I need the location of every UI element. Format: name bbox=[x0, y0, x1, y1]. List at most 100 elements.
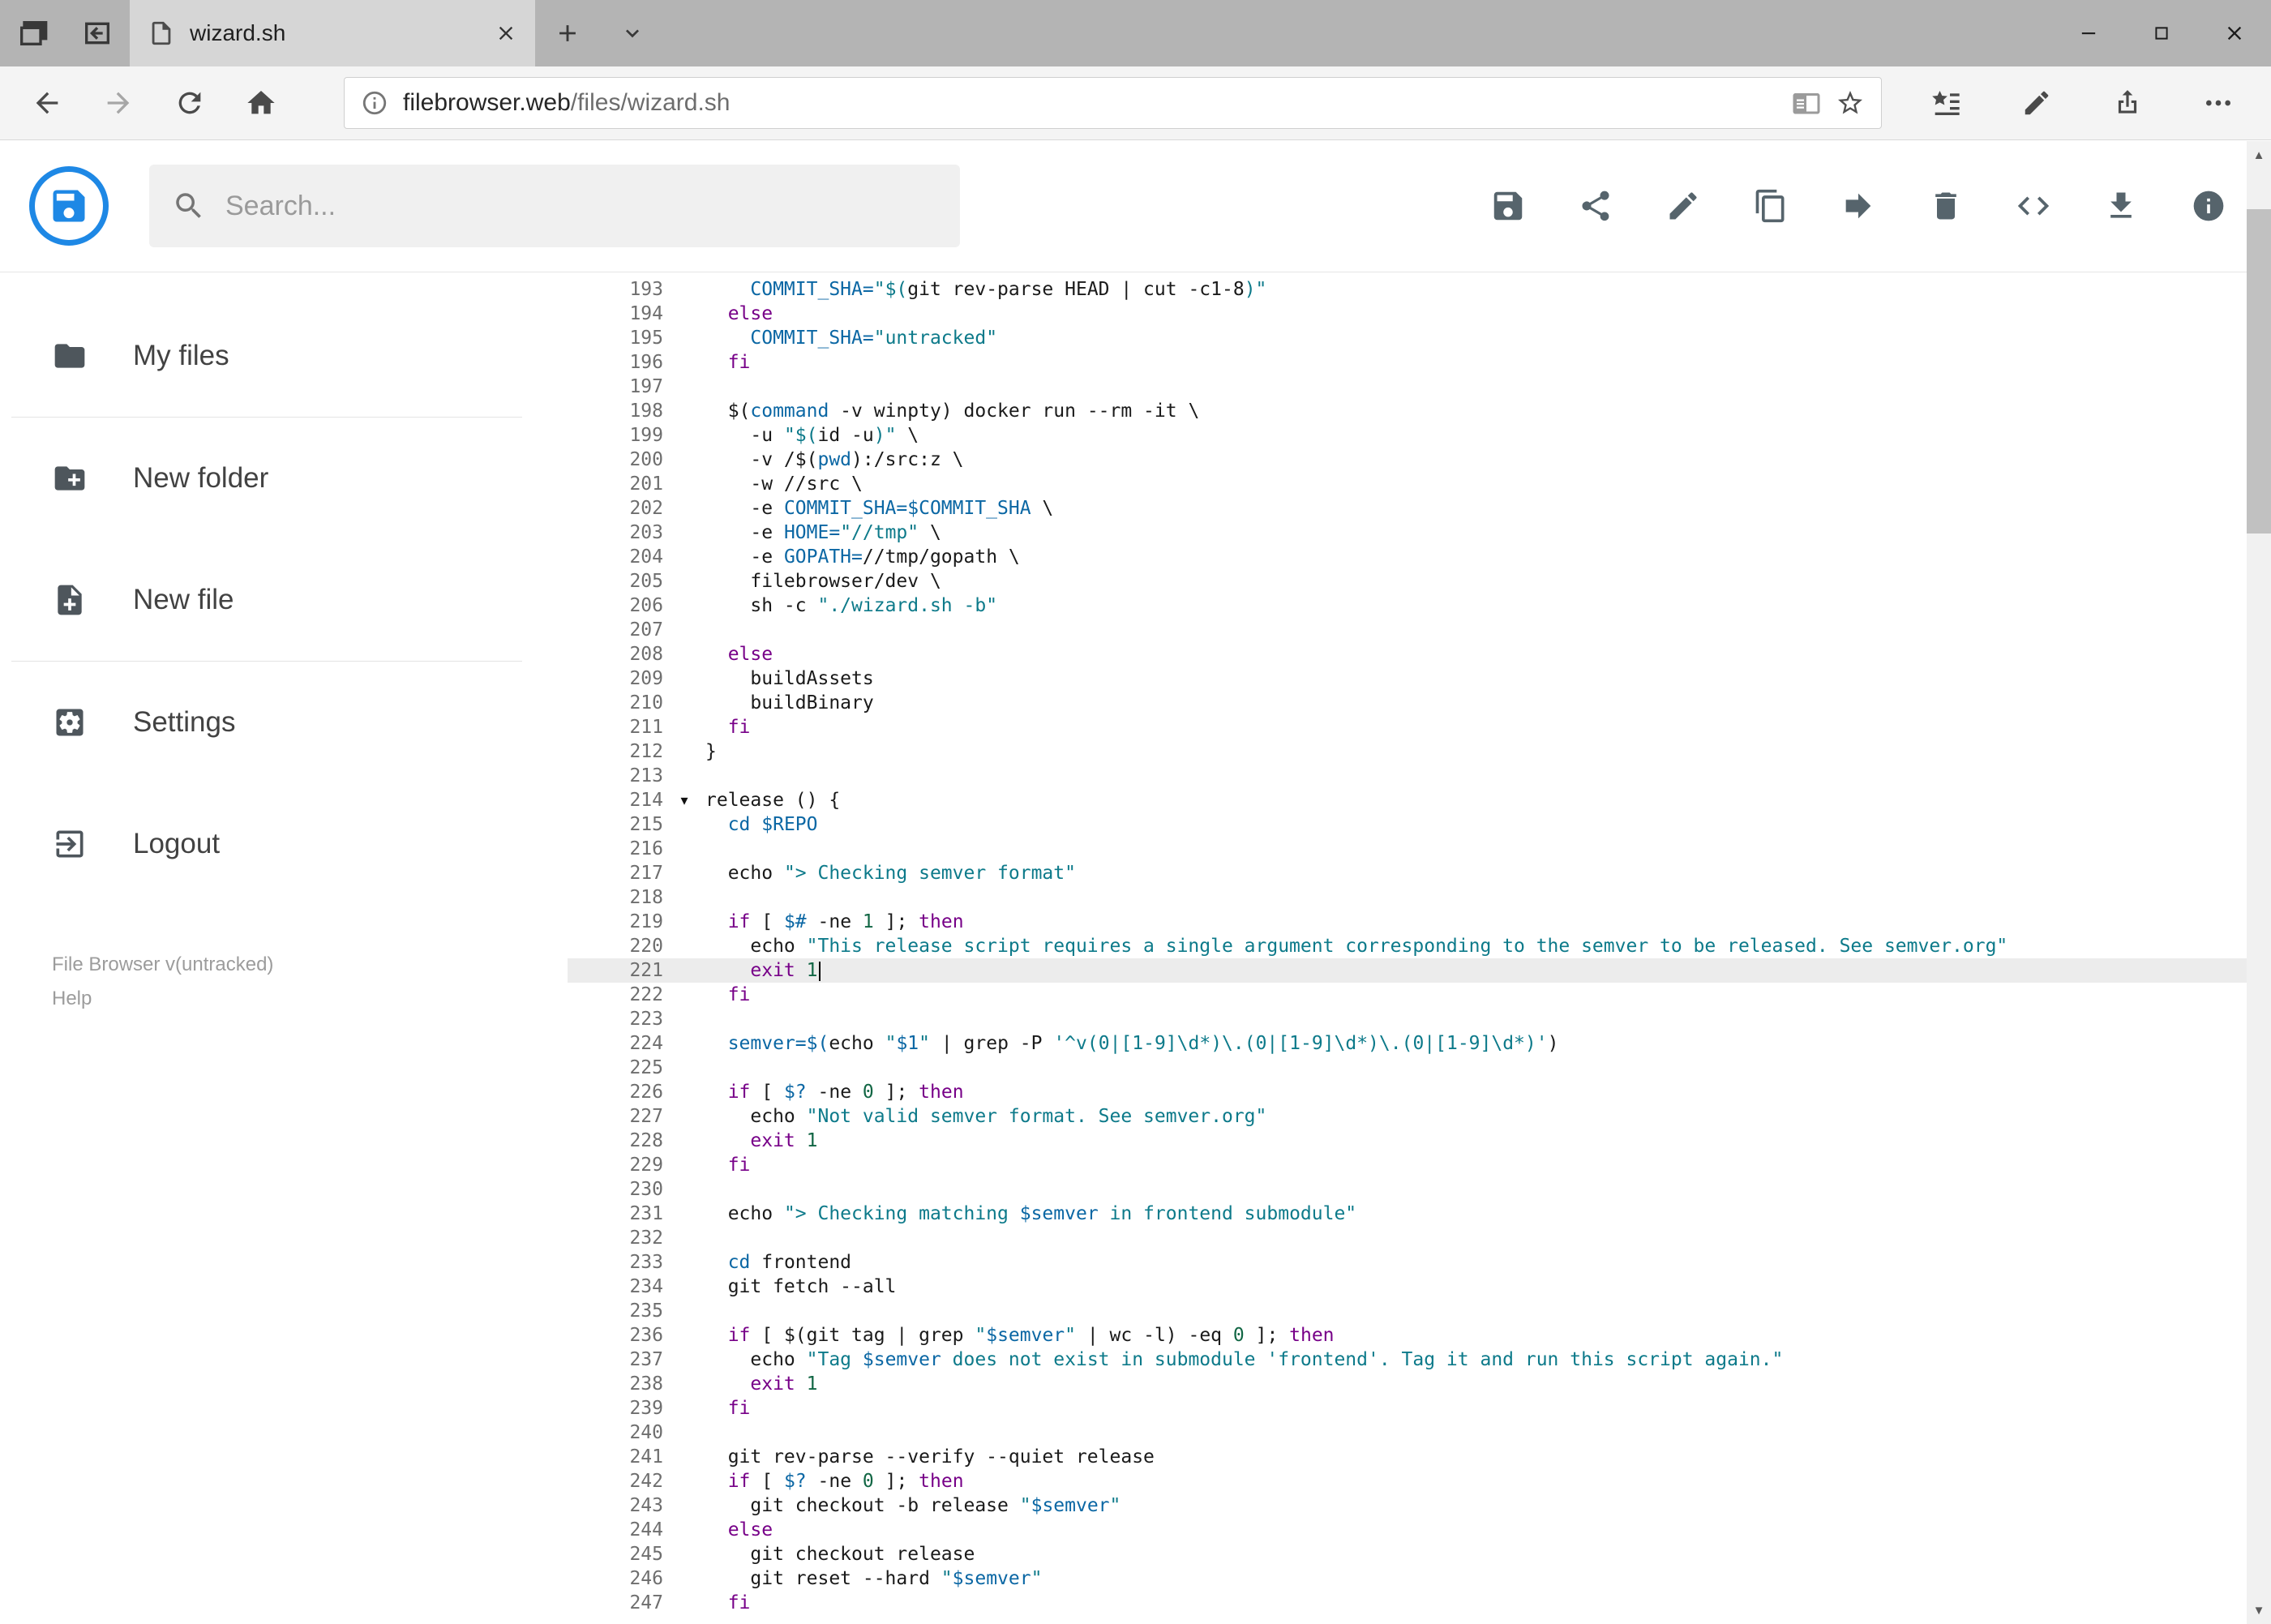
code-line[interactable]: 227 echo "Not valid semver format. See s… bbox=[568, 1104, 2271, 1129]
scroll-down-button[interactable]: ▼ bbox=[2247, 1596, 2271, 1624]
code-line[interactable]: 202 -e COMMIT_SHA=$COMMIT_SHA \ bbox=[568, 496, 2271, 521]
sidebar-item-new-folder[interactable]: New folder bbox=[0, 418, 568, 539]
code-line[interactable]: 205 filebrowser/dev \ bbox=[568, 569, 2271, 593]
code-line[interactable]: 230 bbox=[568, 1177, 2271, 1202]
code-line[interactable]: 195 COMMIT_SHA="untracked" bbox=[568, 326, 2271, 350]
tab-close-button[interactable] bbox=[495, 22, 517, 45]
info-button[interactable] bbox=[2175, 173, 2242, 239]
reading-view-button[interactable] bbox=[1792, 88, 1821, 118]
set-tabs-aside-button[interactable] bbox=[65, 0, 130, 66]
code-editor[interactable]: 193 COMMIT_SHA="$(git rev-parse HEAD | c… bbox=[568, 272, 2271, 1624]
code-line[interactable]: 206 sh -c "./wizard.sh -b" bbox=[568, 593, 2271, 618]
close-window-button[interactable] bbox=[2198, 0, 2271, 66]
code-line[interactable]: 220 echo "This release script requires a… bbox=[568, 934, 2271, 958]
code-line[interactable]: 218 bbox=[568, 885, 2271, 910]
hub-button[interactable] bbox=[1909, 71, 1982, 135]
sidebar-item-logout[interactable]: Logout bbox=[0, 783, 568, 905]
share-page-button[interactable] bbox=[2091, 71, 2164, 135]
refresh-button[interactable] bbox=[156, 71, 224, 135]
code-line[interactable]: 233 cd frontend bbox=[568, 1250, 2271, 1275]
code-line[interactable]: 200 -v /$(pwd):/src:z \ bbox=[568, 448, 2271, 472]
code-line[interactable]: 216 bbox=[568, 837, 2271, 861]
code-line[interactable]: 194 else bbox=[568, 302, 2271, 326]
code-line[interactable]: 247 fi bbox=[568, 1591, 2271, 1615]
code-line[interactable]: 217 echo "> Checking semver format" bbox=[568, 861, 2271, 885]
code-line[interactable]: 211 fi bbox=[568, 715, 2271, 739]
code-line[interactable]: 234 git fetch --all bbox=[568, 1275, 2271, 1299]
forward-button[interactable] bbox=[84, 71, 152, 135]
code-line[interactable]: 235 bbox=[568, 1299, 2271, 1323]
code-line[interactable]: 198 $(command -v winpty) docker run --rm… bbox=[568, 399, 2271, 423]
share-button[interactable] bbox=[1562, 173, 1629, 239]
code-line[interactable]: 215 cd $REPO bbox=[568, 812, 2271, 837]
home-button[interactable] bbox=[227, 71, 295, 135]
code-line[interactable]: 201 -w //src \ bbox=[568, 472, 2271, 496]
code-line[interactable]: 219 if [ $# -ne 1 ]; then bbox=[568, 910, 2271, 934]
move-button[interactable] bbox=[1825, 173, 1892, 239]
maximize-button[interactable] bbox=[2125, 0, 2198, 66]
code-line[interactable]: 199 -u "$(id -u)" \ bbox=[568, 423, 2271, 448]
help-link[interactable]: Help bbox=[52, 988, 92, 1009]
vertical-scrollbar[interactable]: ▲ ▼ bbox=[2247, 141, 2271, 1624]
scrollbar-track[interactable] bbox=[2247, 169, 2271, 1596]
search-box[interactable] bbox=[149, 165, 960, 247]
code-line[interactable]: 222 fi bbox=[568, 983, 2271, 1007]
code-line[interactable]: 239 fi bbox=[568, 1396, 2271, 1420]
code-line[interactable]: 209 buildAssets bbox=[568, 666, 2271, 691]
code-line[interactable]: 210 buildBinary bbox=[568, 691, 2271, 715]
code-area[interactable]: 193 COMMIT_SHA="$(git rev-parse HEAD | c… bbox=[568, 277, 2271, 1615]
code-line[interactable]: 228 exit 1 bbox=[568, 1129, 2271, 1153]
code-line[interactable]: 193 COMMIT_SHA="$(git rev-parse HEAD | c… bbox=[568, 277, 2271, 302]
code-line[interactable]: 208 else bbox=[568, 642, 2271, 666]
tab-list-button[interactable] bbox=[600, 0, 665, 66]
tabs-set-aside-button[interactable] bbox=[0, 0, 65, 66]
code-line[interactable]: 244 else bbox=[568, 1518, 2271, 1542]
code-line[interactable]: 241 git rev-parse --verify --quiet relea… bbox=[568, 1445, 2271, 1469]
code-line[interactable]: 243 git checkout -b release "$semver" bbox=[568, 1493, 2271, 1518]
url-text[interactable]: filebrowser.web/files/wizard.sh bbox=[403, 89, 1777, 117]
code-line[interactable]: 214 ▾ release () { bbox=[568, 788, 2271, 812]
rename-button[interactable] bbox=[1650, 173, 1716, 239]
source-code-button[interactable] bbox=[2000, 173, 2067, 239]
save-button[interactable] bbox=[1475, 173, 1541, 239]
address-bar[interactable]: filebrowser.web/files/wizard.sh bbox=[344, 77, 1882, 129]
sidebar-item-new-file[interactable]: New file bbox=[0, 539, 568, 661]
code-line[interactable]: 225 bbox=[568, 1056, 2271, 1080]
delete-button[interactable] bbox=[1913, 173, 1979, 239]
code-line[interactable]: 231 echo "> Checking matching $semver in… bbox=[568, 1202, 2271, 1226]
code-line[interactable]: 245 git checkout release bbox=[568, 1542, 2271, 1566]
code-line[interactable]: 196 fi bbox=[568, 350, 2271, 375]
code-line[interactable]: 223 bbox=[568, 1007, 2271, 1031]
code-line[interactable]: 204 -e GOPATH=//tmp/gopath \ bbox=[568, 545, 2271, 569]
code-line[interactable]: 221 exit 1 bbox=[568, 958, 2271, 983]
code-line[interactable]: 224 semver=$(echo "$1" | grep -P '^v(0|[… bbox=[568, 1031, 2271, 1056]
more-options-button[interactable] bbox=[2182, 71, 2255, 135]
browser-tab[interactable]: wizard.sh bbox=[130, 0, 535, 66]
favorite-star-button[interactable] bbox=[1836, 88, 1865, 118]
code-line[interactable]: 236 if [ $(git tag | grep "$semver" | wc… bbox=[568, 1323, 2271, 1348]
back-button[interactable] bbox=[13, 71, 81, 135]
fold-arrow-icon[interactable]: ▾ bbox=[663, 788, 705, 812]
code-line[interactable]: 203 -e HOME="//tmp" \ bbox=[568, 521, 2271, 545]
code-line[interactable]: 226 if [ $? -ne 0 ]; then bbox=[568, 1080, 2271, 1104]
code-line[interactable]: 197 bbox=[568, 375, 2271, 399]
sidebar-item-settings[interactable]: Settings bbox=[0, 662, 568, 783]
code-line[interactable]: 207 bbox=[568, 618, 2271, 642]
filebrowser-logo[interactable] bbox=[29, 166, 109, 246]
search-input[interactable] bbox=[225, 190, 937, 222]
code-line[interactable]: 213 bbox=[568, 764, 2271, 788]
code-line[interactable]: 237 echo "Tag $semver does not exist in … bbox=[568, 1348, 2271, 1372]
code-line[interactable]: 240 bbox=[568, 1420, 2271, 1445]
code-line[interactable]: 229 fi bbox=[568, 1153, 2271, 1177]
sidebar-item-my-files[interactable]: My files bbox=[0, 295, 568, 417]
code-line[interactable]: 242 if [ $? -ne 0 ]; then bbox=[568, 1469, 2271, 1493]
code-line[interactable]: 238 exit 1 bbox=[568, 1372, 2271, 1396]
new-tab-button[interactable] bbox=[535, 0, 600, 66]
code-line[interactable]: 246 git reset --hard "$semver" bbox=[568, 1566, 2271, 1591]
copy-button[interactable] bbox=[1738, 173, 1804, 239]
scrollbar-thumb[interactable] bbox=[2247, 209, 2271, 533]
code-line[interactable]: 232 bbox=[568, 1226, 2271, 1250]
download-button[interactable] bbox=[2088, 173, 2154, 239]
scroll-up-button[interactable]: ▲ bbox=[2247, 141, 2271, 169]
annotate-button[interactable] bbox=[2000, 71, 2073, 135]
